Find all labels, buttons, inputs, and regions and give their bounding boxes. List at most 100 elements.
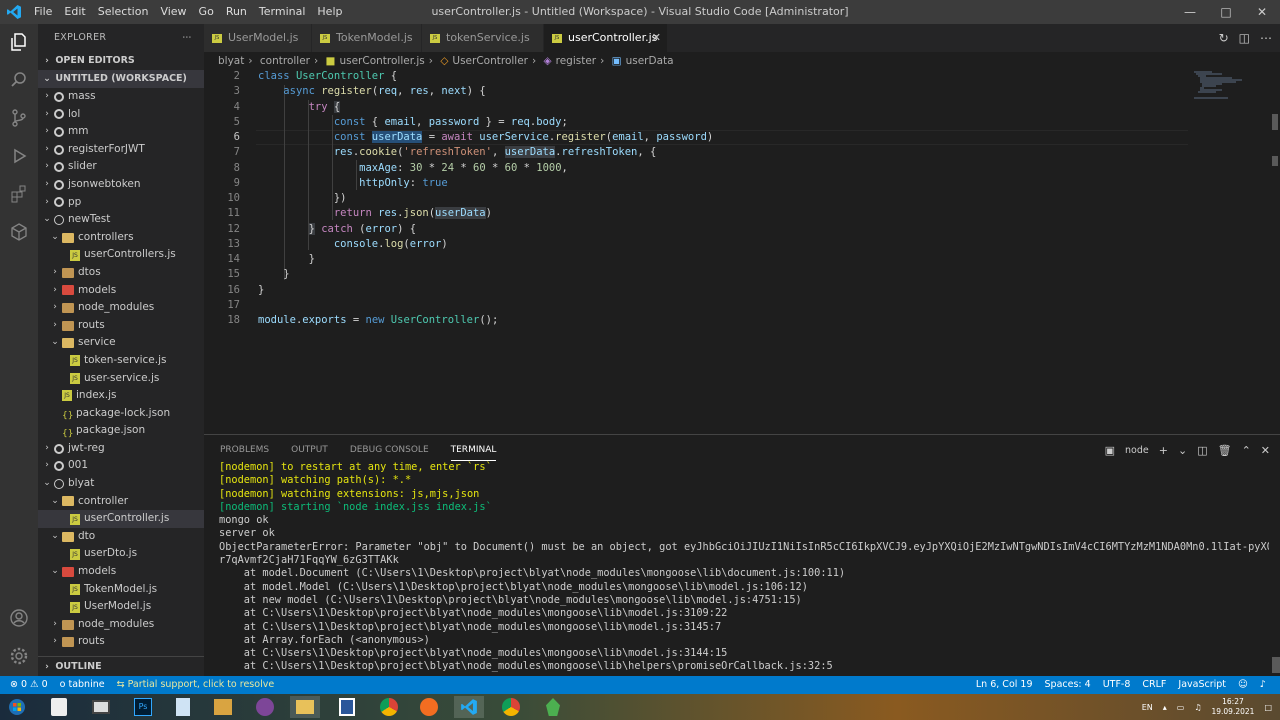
tree-item[interactable]: › pp <box>38 194 204 212</box>
feedback-icon[interactable]: ☺ <box>1238 676 1248 694</box>
tree-item[interactable]: JS userDto.js <box>38 545 204 563</box>
taskbar-app-icon[interactable] <box>86 696 116 718</box>
chrome-icon[interactable] <box>374 696 404 718</box>
taskbar-app-icon[interactable] <box>538 696 568 718</box>
search-icon[interactable] <box>7 68 31 92</box>
tray-expand-icon[interactable]: ▴ <box>1163 703 1167 712</box>
breadcrumb-item[interactable]: UserController <box>452 55 528 67</box>
close-window-icon[interactable]: ✕ <box>1244 0 1280 24</box>
tree-item[interactable]: › jwt-reg <box>38 440 204 458</box>
tree-item[interactable]: ⌄ models <box>38 563 204 581</box>
terminal-select[interactable]: node <box>1125 445 1149 456</box>
tree-item[interactable]: JS userControllers.js <box>38 246 204 264</box>
input-language[interactable]: EN <box>1142 703 1153 712</box>
tree-item[interactable]: ⌄ newTest <box>38 211 204 229</box>
breadcrumb-item[interactable]: userController.js <box>339 55 424 67</box>
minimap[interactable] <box>1192 70 1252 100</box>
media-player-icon[interactable] <box>208 696 238 718</box>
terminal-output[interactable]: [nodemon] to restart at any time, enter … <box>219 461 1269 674</box>
notepad-icon[interactable] <box>168 696 198 718</box>
chevron-down-icon[interactable]: ⌄ <box>1178 444 1187 457</box>
terminal-scroll-thumb[interactable] <box>1272 657 1280 673</box>
tab-usercontroller[interactable]: JS userController.js ✕ <box>544 24 668 52</box>
tabnine-status[interactable]: o tabnine <box>60 676 105 694</box>
breadcrumb-item[interactable]: userData <box>626 55 674 67</box>
extensions-icon[interactable] <box>7 182 31 206</box>
minimize-icon[interactable]: — <box>1172 0 1208 24</box>
cursor-position[interactable]: Ln 6, Col 19 <box>976 676 1033 694</box>
workspace-section[interactable]: ⌄ UNTITLED (WORKSPACE) <box>38 70 204 88</box>
tab-output[interactable]: OUTPUT <box>291 441 328 461</box>
notifications-bell-icon[interactable]: ♪ <box>1260 676 1266 694</box>
remote-explorer-icon[interactable] <box>7 220 31 244</box>
encoding-status[interactable]: UTF-8 <box>1103 676 1131 694</box>
tab-debug-console[interactable]: DEBUG CONSOLE <box>350 441 429 461</box>
tree-item[interactable]: › node_modules <box>38 616 204 634</box>
word-icon[interactable] <box>332 696 362 718</box>
breadcrumb-item[interactable]: register <box>556 55 597 67</box>
tree-item[interactable]: › lol <box>38 106 204 124</box>
photoshop-icon[interactable]: Ps <box>128 696 158 718</box>
tree-item[interactable]: ⌄ controllers <box>38 229 204 247</box>
close-panel-icon[interactable]: ✕ <box>1261 444 1270 457</box>
tree-item[interactable]: › registerForJWT <box>38 141 204 159</box>
chrome-icon[interactable] <box>496 696 526 718</box>
menu-run[interactable]: Run <box>220 0 253 24</box>
code-editor[interactable]: 2 class UserController {3 async register(… <box>204 70 1270 434</box>
run-debug-icon[interactable] <box>7 144 31 168</box>
volume-icon[interactable]: ♫ <box>1194 703 1201 712</box>
menu-go[interactable]: Go <box>193 0 220 24</box>
problems-status[interactable]: ⊗ 0 ⚠ 0 <box>10 676 48 694</box>
chevron-up-icon[interactable]: ⌃ <box>1242 444 1251 457</box>
yandex-browser-icon[interactable] <box>414 696 444 718</box>
tree-item[interactable]: › routs <box>38 317 204 335</box>
menu-help[interactable]: Help <box>311 0 348 24</box>
tree-item[interactable]: JS TokenModel.js <box>38 581 204 599</box>
open-editors-section[interactable]: › OPEN EDITORS <box>38 52 204 70</box>
tab-usermodel[interactable]: JS UserModel.js <box>204 24 312 52</box>
tree-item[interactable]: ⌄ controller <box>38 493 204 511</box>
tree-item[interactable]: › mass <box>38 88 204 106</box>
clock[interactable]: 16:27 19.09.2021 <box>1211 697 1254 717</box>
notification-center-icon[interactable]: □ <box>1264 703 1272 712</box>
tab-tokenservice[interactable]: JS tokenService.js <box>422 24 544 52</box>
timeline-icon[interactable]: ↻ <box>1219 31 1229 45</box>
tree-item[interactable]: {} package-lock.json <box>38 405 204 423</box>
menu-terminal[interactable]: Terminal <box>253 0 312 24</box>
new-terminal-icon[interactable]: + <box>1159 444 1168 457</box>
tor-browser-icon[interactable] <box>250 696 280 718</box>
tree-item[interactable]: › node_modules <box>38 299 204 317</box>
vscode-taskbar-icon[interactable] <box>454 696 484 718</box>
tree-item[interactable]: JS index.js <box>38 387 204 405</box>
tree-item[interactable]: › mm <box>38 123 204 141</box>
source-control-icon[interactable] <box>7 106 31 130</box>
menu-edit[interactable]: Edit <box>58 0 91 24</box>
tree-item[interactable]: ⌄ blyat <box>38 475 204 493</box>
tree-item[interactable]: › models <box>38 282 204 300</box>
eol-status[interactable]: CRLF <box>1142 676 1166 694</box>
breadcrumb-item[interactable]: controller <box>260 55 310 67</box>
start-button-icon[interactable] <box>2 696 32 718</box>
file-explorer-icon[interactable] <box>290 696 320 718</box>
scroll-thumb[interactable] <box>1272 114 1278 130</box>
menu-selection[interactable]: Selection <box>92 0 155 24</box>
more-actions-icon[interactable]: ⋯ <box>1260 31 1272 45</box>
taskbar-app-icon[interactable] <box>44 696 74 718</box>
tree-item[interactable]: JS UserModel.js <box>38 598 204 616</box>
account-icon[interactable] <box>7 606 31 630</box>
tree-item[interactable]: › slider <box>38 158 204 176</box>
settings-gear-icon[interactable] <box>7 644 31 668</box>
tree-item[interactable]: › dtos <box>38 264 204 282</box>
tab-problems[interactable]: PROBLEMS <box>220 441 269 461</box>
tree-item[interactable]: ⌄ service <box>38 334 204 352</box>
tree-item[interactable]: {} package.json <box>38 422 204 440</box>
outline-section[interactable]: › OUTLINE <box>38 656 204 676</box>
editor-scrollbar[interactable] <box>1270 70 1280 434</box>
close-tab-icon[interactable]: ✕ <box>652 24 661 52</box>
tab-terminal[interactable]: TERMINAL <box>450 441 497 461</box>
explorer-icon[interactable] <box>7 30 31 54</box>
more-actions-icon[interactable]: ⋯ <box>182 24 192 52</box>
tab-tokenmodel[interactable]: JS TokenModel.js <box>312 24 422 52</box>
tree-item[interactable]: JS user-service.js <box>38 370 204 388</box>
split-terminal-icon[interactable]: ◫ <box>1197 444 1207 457</box>
